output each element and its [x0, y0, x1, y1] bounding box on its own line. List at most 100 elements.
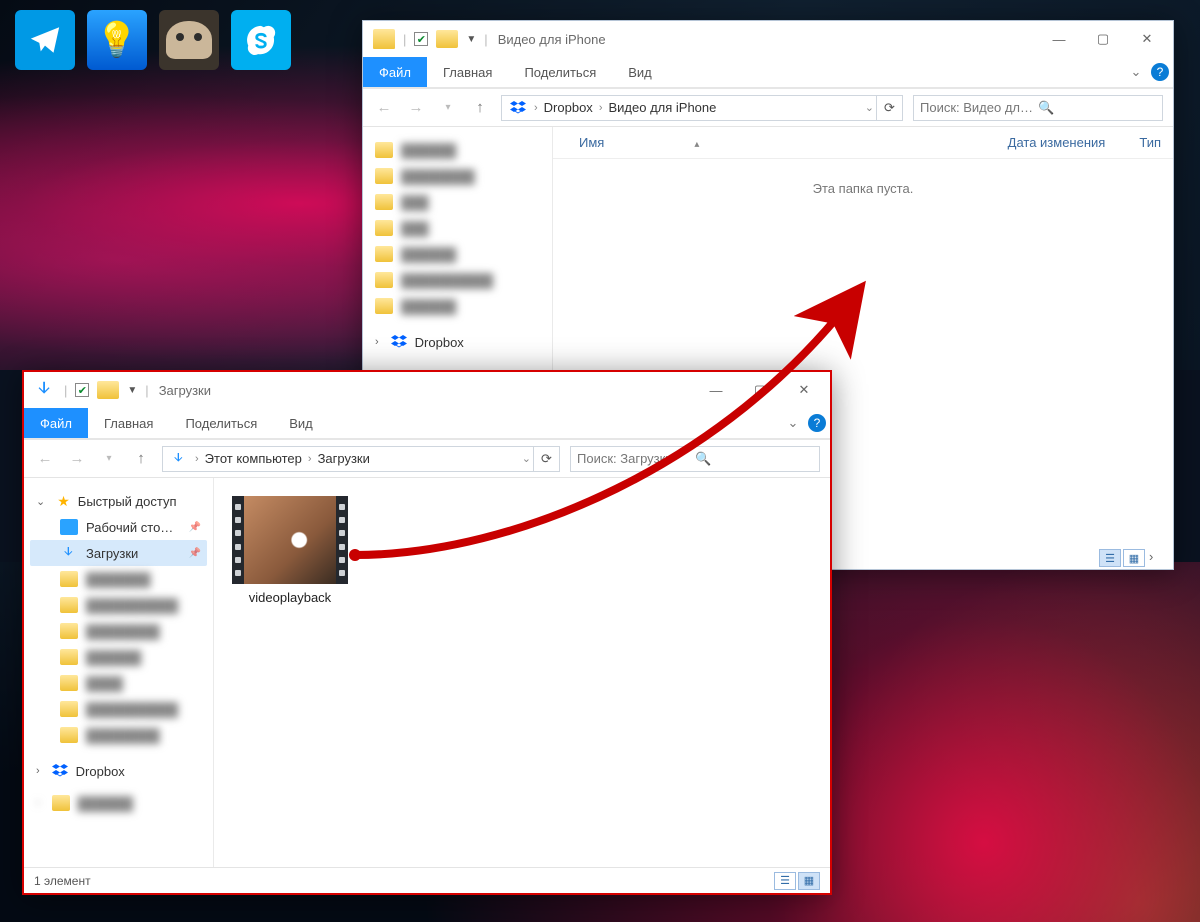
quick-access-toolbar: | ▼ | — [373, 29, 488, 49]
sidebar-item-label: Dropbox — [415, 335, 464, 350]
sidebar-item-label: Dropbox — [76, 764, 125, 779]
chevron-right-icon: › — [599, 102, 603, 114]
scroll-right-icon[interactable]: › — [1149, 549, 1167, 567]
maximize-button[interactable]: ▢ — [738, 375, 782, 405]
dropbox-icon — [391, 334, 407, 350]
status-text: 1 элемент — [34, 874, 91, 888]
chevron-right-icon: › — [375, 336, 379, 348]
minimize-button[interactable]: ― — [694, 375, 738, 405]
thumbnails-view-icon[interactable]: ▦ — [1123, 549, 1145, 567]
nav-back-button[interactable]: ← — [34, 448, 56, 470]
ribbon-tabs: Файл Главная Поделиться Вид ⌄ ? — [363, 57, 1173, 89]
nav-up-button[interactable]: ↑ — [469, 97, 491, 119]
breadcrumb-history-icon[interactable]: ⌄ — [522, 452, 531, 465]
minimize-button[interactable]: ― — [1037, 24, 1081, 54]
details-view-icon[interactable]: ☰ — [1099, 549, 1121, 567]
breadcrumb-root[interactable]: Этот компьютер — [205, 451, 302, 466]
status-bar: 1 элемент ☰ ▦ — [24, 867, 830, 893]
tab-home[interactable]: Главная — [427, 57, 508, 87]
gimp-icon[interactable] — [159, 10, 219, 70]
tab-view[interactable]: Вид — [612, 57, 668, 87]
column-name[interactable]: Имя — [567, 135, 986, 150]
star-icon: ★ — [57, 493, 70, 510]
tab-share[interactable]: Поделиться — [169, 408, 273, 438]
qat-dropdown-icon[interactable]: ▼ — [127, 385, 137, 396]
search-input[interactable]: Поиск: Видео для iPhone 🔍 — [913, 95, 1163, 121]
sidebar-item-label: Быстрый доступ — [78, 494, 177, 509]
ribbon-collapse-icon[interactable]: ⌄ — [1125, 57, 1147, 87]
tips-icon[interactable]: 💡 — [87, 10, 147, 70]
quick-access-toolbar: | ▼ | — [34, 379, 149, 401]
chevron-right-icon: › — [308, 453, 312, 465]
help-icon[interactable]: ? — [1147, 57, 1173, 87]
breadcrumb-history-icon[interactable]: ⌄ — [865, 101, 874, 114]
refresh-button[interactable]: ⟳ — [534, 446, 560, 472]
sidebar-item-downloads[interactable]: Загрузки — [30, 540, 207, 566]
empty-folder-message: Эта папка пуста. — [553, 181, 1173, 196]
titlebar[interactable]: | ▼ | Видео для iPhone ― ▢ ✕ — [363, 21, 1173, 57]
details-view-icon[interactable]: ☰ — [774, 872, 796, 890]
search-icon: 🔍 — [695, 451, 813, 467]
qat-separator2: | — [484, 32, 487, 47]
explorer-window-downloads: | ▼ | Загрузки ― ▢ ✕ Файл Главная Подели… — [22, 370, 832, 895]
navigation-pane[interactable]: ⌄ ★ Быстрый доступ Рабочий сто… Загрузки… — [24, 478, 214, 867]
sidebar-item-label: Рабочий сто… — [86, 520, 173, 535]
search-input[interactable]: Поиск: Загрузки 🔍 — [570, 446, 820, 472]
view-switcher[interactable]: ☰ ▦ — [1099, 549, 1145, 567]
sidebar-item-dropbox[interactable]: › Dropbox — [369, 329, 546, 355]
help-icon[interactable]: ? — [804, 408, 830, 438]
qat-separator: | — [403, 32, 406, 47]
downloads-icon — [34, 379, 56, 401]
qat-newfolder-icon[interactable] — [436, 30, 458, 48]
breadcrumb-leaf[interactable]: Загрузки — [318, 451, 370, 466]
nav-recent-icon[interactable]: ▾ — [437, 97, 459, 119]
close-button[interactable]: ✕ — [782, 375, 826, 405]
breadcrumb[interactable]: › Этот компьютер › Загрузки ⌄ — [162, 446, 534, 472]
tab-view[interactable]: Вид — [273, 408, 329, 438]
column-date[interactable]: Дата изменения — [996, 135, 1118, 150]
tab-home[interactable]: Главная — [88, 408, 169, 438]
nav-forward-button[interactable]: → — [405, 97, 427, 119]
breadcrumb[interactable]: › Dropbox › Видео для iPhone ⌄ — [501, 95, 877, 121]
nav-forward-button[interactable]: → — [66, 448, 88, 470]
breadcrumb-leaf[interactable]: Видео для iPhone — [608, 100, 716, 115]
sidebar-item-quick-access[interactable]: ⌄ ★ Быстрый доступ — [30, 488, 207, 514]
tab-share[interactable]: Поделиться — [508, 57, 612, 87]
qat-properties-icon[interactable] — [75, 383, 89, 397]
desktop-taskbar: 💡 — [15, 10, 291, 70]
column-type[interactable]: Тип — [1127, 135, 1173, 150]
tab-file[interactable]: Файл — [24, 408, 88, 438]
window-title: Загрузки — [159, 383, 211, 398]
video-thumbnail-icon — [232, 496, 348, 584]
qat-dropdown-icon[interactable]: ▼ — [466, 34, 476, 45]
sidebar-item-dropbox[interactable]: › Dropbox — [30, 758, 207, 784]
refresh-button[interactable]: ⟳ — [877, 95, 903, 121]
dropbox-icon — [508, 100, 528, 116]
nav-up-button[interactable]: ↑ — [130, 448, 152, 470]
address-bar-row: ← → ▾ ↑ › Этот компьютер › Загрузки ⌄ ⟳ … — [24, 440, 830, 478]
telegram-icon[interactable] — [15, 10, 75, 70]
breadcrumb-root[interactable]: Dropbox — [544, 100, 593, 115]
file-list-area[interactable]: videoplayback — [214, 478, 830, 867]
maximize-button[interactable]: ▢ — [1081, 24, 1125, 54]
skype-icon[interactable] — [231, 10, 291, 70]
nav-back-button[interactable]: ← — [373, 97, 395, 119]
tab-file[interactable]: Файл — [363, 57, 427, 87]
sidebar-item-label: Загрузки — [86, 546, 138, 561]
ribbon-collapse-icon[interactable]: ⌄ — [782, 408, 804, 438]
sidebar-item-desktop[interactable]: Рабочий сто… — [30, 514, 207, 540]
desktop-icon — [60, 519, 78, 535]
search-placeholder: Поиск: Загрузки — [577, 451, 695, 466]
qat-newfolder-icon[interactable] — [97, 381, 119, 399]
chevron-down-icon: ⌄ — [36, 495, 45, 508]
thumbnails-view-icon[interactable]: ▦ — [798, 872, 820, 890]
view-switcher[interactable]: ☰ ▦ — [774, 872, 820, 890]
close-button[interactable]: ✕ — [1125, 24, 1169, 54]
downloads-icon — [60, 545, 78, 561]
qat-properties-icon[interactable] — [414, 32, 428, 46]
nav-recent-icon[interactable]: ▾ — [98, 448, 120, 470]
titlebar[interactable]: | ▼ | Загрузки ― ▢ ✕ — [24, 372, 830, 408]
column-headers[interactable]: Имя Дата изменения Тип — [553, 127, 1173, 159]
downloads-icon — [169, 451, 189, 467]
file-item-videoplayback[interactable]: videoplayback — [232, 496, 348, 605]
